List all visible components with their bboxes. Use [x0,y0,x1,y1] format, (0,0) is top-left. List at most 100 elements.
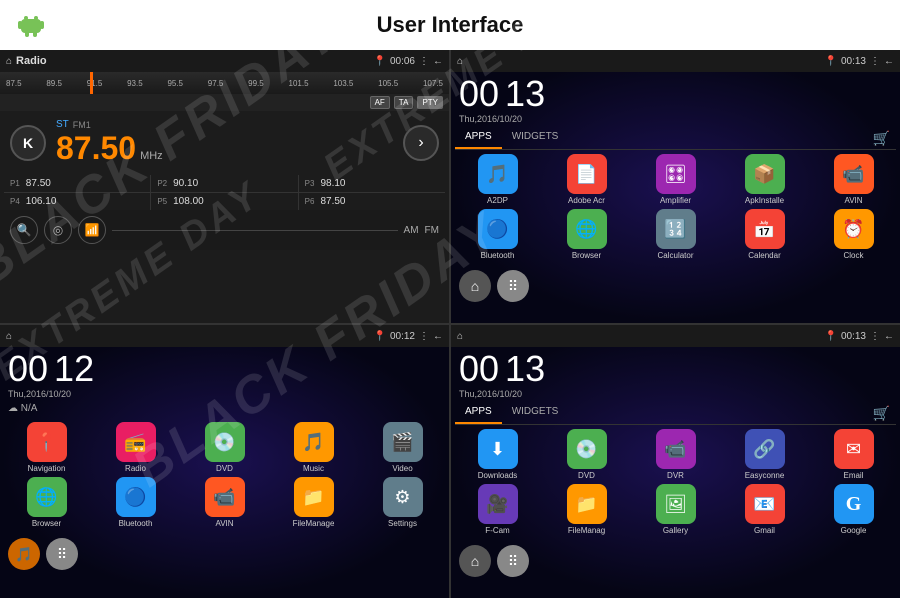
dock-nav-q2[interactable]: ⌂ [459,270,491,302]
more-icon-q2[interactable]: ⋮ [870,56,880,67]
apk-label: ApkInstalle [745,196,784,205]
app-music-q3[interactable]: 🎵 Music [271,422,356,473]
app-gallery[interactable]: 🖼 Gallery [633,484,718,535]
bluetooth-label-q2: Bluetooth [481,251,515,260]
more-icon[interactable]: ⋮ [419,56,429,67]
app-calculator[interactable]: 🔢 Calculator [633,209,718,260]
dock-music-q3[interactable]: 🎵 [8,538,40,570]
location-icon-q3: 📍 [374,331,386,342]
radio-info: ST FM1 87.50 MHz [56,119,393,167]
am-mode[interactable]: AM [404,225,419,236]
tab-widgets-q4[interactable]: WIDGETS [502,403,569,424]
browser-label-q2: Browser [572,251,601,260]
app-filemanager-q4[interactable]: 📁 FileManag [544,484,629,535]
app-browser-q2[interactable]: 🌐 Browser [544,209,629,260]
back-icon[interactable]: ← [433,56,443,67]
dock-apps-q2[interactable]: ⠿ [497,270,529,302]
bluetooth-icon-q2: 🔵 [478,209,518,249]
dock-nav-q4[interactable]: ⌂ [459,545,491,577]
app-dvr[interactable]: 📹 DVR [633,429,718,480]
signal-icon[interactable]: 📶 [78,216,106,244]
home-min: 12 [54,351,94,387]
tab-apps-q4[interactable]: APPS [455,403,502,424]
af-button[interactable]: AF [370,96,390,109]
home-icon-q2[interactable]: ⌂ [457,56,463,67]
fcam-label: F-Cam [485,526,509,535]
browser-icon-q2: 🌐 [567,209,607,249]
apps1-grid: 🎵 A2DP 📄 Adobe Acr 🎛 Amplifier 📦 ApkInst… [451,150,900,264]
ta-button[interactable]: TA [394,96,414,109]
preset-p6[interactable]: P687.50 [299,193,445,210]
bluetooth-label-q3: Bluetooth [119,519,153,528]
app-bluetooth-q3[interactable]: 🔵 Bluetooth [93,477,178,528]
app-fcam[interactable]: 🎥 F-Cam [455,484,540,535]
home-icon-q3[interactable]: ⌂ [6,331,12,342]
app-avin-q3[interactable]: 📹 AVIN [182,477,267,528]
app-video-q3[interactable]: 🎬 Video [360,422,445,473]
app-radio-q3[interactable]: 📻 Radio [93,422,178,473]
app-filemanager-q3[interactable]: 📁 FileManage [271,477,356,528]
app-gmail[interactable]: 📧 Gmail [722,484,807,535]
apps2-topbar: ⌂ 📍 00:13 ⋮ ← [451,325,900,347]
app-easyconnect[interactable]: 🔗 Easyconne [722,429,807,480]
app-navigation[interactable]: 📍 Navigation [4,422,89,473]
dvr-icon: 📹 [656,429,696,469]
app-dvd-q3[interactable]: 💿 DVD [182,422,267,473]
app-clock[interactable]: ⏰ Clock [811,209,896,260]
page-header: User Interface [0,0,900,50]
more-icon-q4[interactable]: ⋮ [870,331,880,342]
app-apkinstaller[interactable]: 📦 ApkInstalle [722,154,807,205]
preset-p1[interactable]: P187.50 [4,175,150,192]
eq-icon[interactable]: ◎ [44,216,72,244]
dock-apps-q3[interactable]: ⠿ [46,538,78,570]
search-icon[interactable]: 🔍 [10,216,38,244]
quadrant-radio: ⌂ Radio 📍 00:06 ⋮ ← 87.589.591.593.595.5… [0,50,449,323]
app-acrobat[interactable]: 📄 Adobe Acr [544,154,629,205]
back-icon-q3[interactable]: ← [433,331,443,342]
home-icon-q4[interactable]: ⌂ [457,331,463,342]
calculator-label: Calculator [657,251,693,260]
dvd-icon-q4: 💿 [567,429,607,469]
calendar-label: Calendar [748,251,780,260]
a2dp-label: A2DP [487,196,508,205]
home-hour: 00 [8,351,48,387]
app-google[interactable]: G Google [811,484,896,535]
app-avin[interactable]: 📹 AVIN [811,154,896,205]
tab-widgets-q2[interactable]: WIDGETS [502,128,569,149]
radio-next-button[interactable]: › [403,125,439,161]
app-downloads[interactable]: ⬇ Downloads [455,429,540,480]
app-email[interactable]: ✉ Email [811,429,896,480]
dock-apps-q4[interactable]: ⠿ [497,545,529,577]
more-icon-q3[interactable]: ⋮ [419,331,429,342]
app-amplifier[interactable]: 🎛 Amplifier [633,154,718,205]
app-bluetooth-q2[interactable]: 🔵 Bluetooth [455,209,540,260]
frequency-scale: 87.589.591.593.595.5 97.599.5101.5103.51… [4,79,445,88]
app-a2dp[interactable]: 🎵 A2DP [455,154,540,205]
preset-p2[interactable]: P290.10 [151,175,297,192]
home-icon[interactable]: ⌂ [6,56,12,67]
avin-icon: 📹 [834,154,874,194]
apps1-topbar: ⌂ 📍 00:13 ⋮ ← [451,50,900,72]
app-dvd-q4[interactable]: 💿 DVD [544,429,629,480]
store-icon-q2[interactable]: 🛒 [867,128,896,149]
preset-p5[interactable]: P5108.00 [151,193,297,210]
back-icon-q2[interactable]: ← [884,56,894,67]
app-browser-q3[interactable]: 🌐 Browser [4,477,89,528]
pty-button[interactable]: PTY [417,96,443,109]
home-topbar: ⌂ 📍 00:12 ⋮ ← [0,325,449,347]
app-settings-q3[interactable]: ⚙ Settings [360,477,445,528]
app-calendar[interactable]: 📅 Calendar [722,209,807,260]
clock-label: Clock [843,251,863,260]
amplifier-label: Amplifier [660,196,691,205]
store-icon-q4[interactable]: 🛒 [867,403,896,424]
tab-apps-q2[interactable]: APPS [455,128,502,149]
browser-icon-q3: 🌐 [27,477,67,517]
easyconnect-label: Easyconne [745,471,785,480]
apps2-time: 00:13 [841,331,866,342]
back-icon-q4[interactable]: ← [884,331,894,342]
preset-p3[interactable]: P398.10 [299,175,445,192]
fm-mode[interactable]: FM [425,225,439,236]
radio-k-button[interactable]: K [10,125,46,161]
preset-p4[interactable]: P4106.10 [4,193,150,210]
apps1-time: 00:13 [841,56,866,67]
